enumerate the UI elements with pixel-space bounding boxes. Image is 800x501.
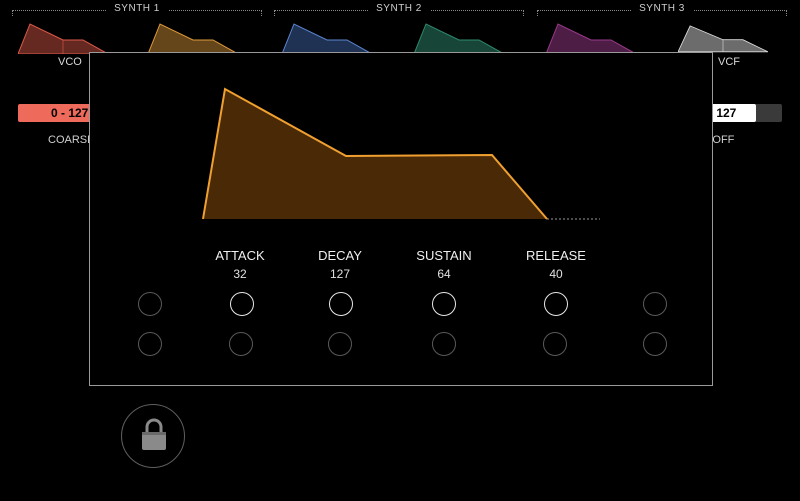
attack-control: ATTACK 32 (190, 248, 290, 281)
knob-name: RELEASE (526, 248, 586, 263)
decay-knob[interactable] (329, 292, 353, 316)
module-thumb-5[interactable] (546, 22, 636, 54)
lock-icon (142, 418, 166, 450)
envelope-editor-modal: ATTACK 32 DECAY 127 SUSTAIN 64 RELEASE 4… (89, 52, 713, 386)
knob-slot[interactable] (643, 292, 667, 316)
module-label-vco: VCO (58, 56, 82, 68)
module-thumb-3[interactable] (282, 22, 372, 54)
knob-slot[interactable] (138, 332, 162, 356)
knob-slot[interactable] (229, 332, 253, 356)
knob-value: 127 (329, 267, 351, 281)
module-thumb-4[interactable] (414, 22, 504, 54)
synth-group-title: SYNTH 1 (106, 3, 168, 14)
knob-name: DECAY (318, 248, 362, 263)
release-control: RELEASE 40 (506, 248, 606, 281)
knob-name: ATTACK (215, 248, 265, 263)
knob-slot[interactable] (643, 332, 667, 356)
knob-value: 64 (437, 267, 451, 281)
module-label-vcf: VCF (718, 56, 740, 68)
knob-value: 40 (549, 267, 563, 281)
decay-control: DECAY 127 (290, 248, 390, 281)
module-thumb-vcf[interactable] (678, 22, 768, 54)
synth-group-title: SYNTH 3 (631, 3, 693, 14)
knob-name: SUSTAIN (416, 248, 472, 263)
synth-group-1: SYNTH 1 (12, 3, 262, 17)
module-thumb-2[interactable] (148, 22, 238, 54)
envelope-fill (203, 89, 547, 219)
release-knob[interactable] (544, 292, 568, 316)
range-text: 0 - 127 (51, 106, 89, 120)
lock-button[interactable] (121, 404, 185, 468)
module-thumb-vco[interactable] (18, 22, 108, 54)
attack-knob[interactable] (230, 292, 254, 316)
envelope-graph[interactable] (190, 73, 610, 233)
knob-slot[interactable] (543, 332, 567, 356)
synth-group-3: SYNTH 3 (537, 3, 787, 17)
knob-slot[interactable] (328, 332, 352, 356)
synth-group-title: SYNTH 2 (368, 3, 430, 14)
knob-slot[interactable] (138, 292, 162, 316)
synth-group-2: SYNTH 2 (274, 3, 524, 17)
coarse-label: COARSE (48, 134, 95, 146)
sustain-knob[interactable] (432, 292, 456, 316)
knob-slot[interactable] (432, 332, 456, 356)
knob-value: 32 (233, 267, 247, 281)
sustain-control: SUSTAIN 64 (394, 248, 494, 281)
